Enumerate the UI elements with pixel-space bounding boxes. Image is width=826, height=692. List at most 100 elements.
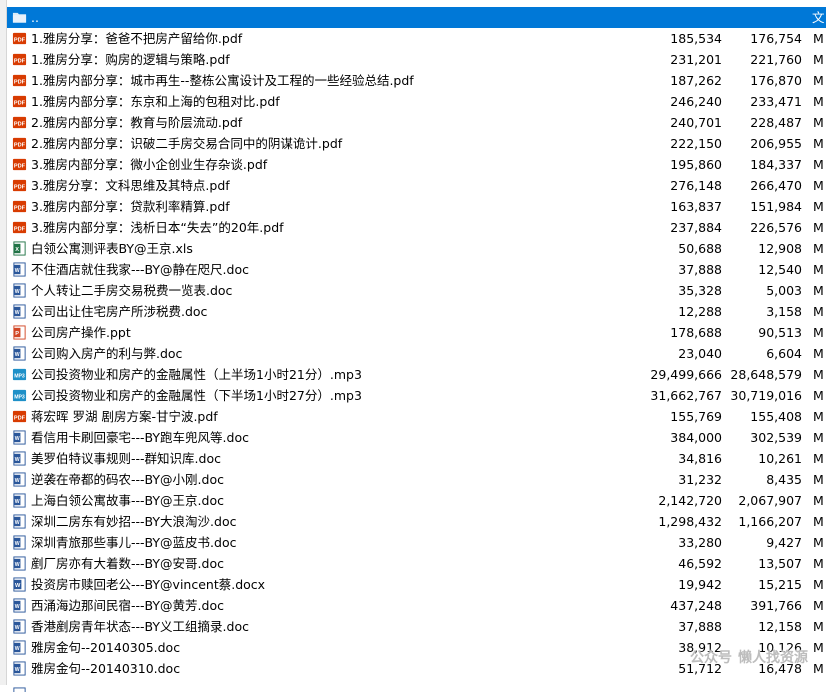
file-row[interactable]: PDF 3.雅房分享：文科思维及其特点.pdf 276,148 266,470 M (7, 175, 826, 196)
file-kind: M (813, 493, 824, 508)
file-row[interactable]: PDF 3.雅房内部分享：微小企创业生存杂谈.pdf 195,860 184,337 M (7, 154, 826, 175)
file-packed-size: 12,288 (678, 304, 722, 319)
word-doc-icon: W (13, 598, 26, 613)
file-size: 8,435 (766, 472, 802, 487)
file-row[interactable]: MP3 公司投资物业和房产的金融属性（上半场1小时21分）.mp3 29,499,6… (7, 364, 826, 385)
file-row[interactable]: X 白领公寓测评表BY@王京.xls 50,688 12,908 M (7, 238, 826, 259)
file-size: 151,984 (750, 199, 802, 214)
file-size: 233,471 (750, 94, 802, 109)
file-size: 206,955 (750, 136, 802, 151)
file-row[interactable]: PDF 3.雅房内部分享：浅析日本“失去”的20年.pdf 237,884 226,5… (7, 217, 826, 238)
file-row[interactable]: W 美罗伯特议事规则---群知识库.doc 34,816 10,261 M (7, 448, 826, 469)
file-size: 3,158 (766, 304, 802, 319)
file-row[interactable]: PDF 1.雅房分享：爸爸不把房产留给你.pdf 185,534 176,754 M (7, 28, 826, 49)
pdf-icon: PDF (12, 53, 27, 66)
file-packed-size: 31,232 (678, 472, 722, 487)
file-kind: M (813, 346, 824, 361)
file-row[interactable]: W 公司购入房产的利与弊.doc 23,040 6,604 M (7, 343, 826, 364)
svg-text:W: W (15, 646, 20, 652)
svg-text:W: W (15, 583, 21, 589)
file-packed-size: 23,040 (678, 346, 722, 361)
file-kind: M (813, 73, 824, 88)
svg-text:MP3: MP3 (14, 394, 25, 400)
parent-folder-row[interactable]: .. 文 (7, 7, 826, 28)
file-list[interactable]: .. 文 PDF 1.雅房分享：爸爸不把房产留给你.pdf 185,534 176,7… (7, 7, 826, 692)
word-doc-icon: W (13, 472, 26, 487)
file-size: 15,215 (758, 577, 802, 592)
excel-icon: X (13, 241, 26, 256)
svg-text:PDF: PDF (14, 100, 26, 106)
file-row[interactable]: PDF 3.雅房内部分享：贷款利率精算.pdf 163,837 151,984 M (7, 196, 826, 217)
file-kind: M (813, 367, 824, 382)
svg-text:W: W (15, 478, 20, 484)
word-doc-icon: W (13, 346, 26, 361)
file-packed-size: 185,534 (670, 31, 722, 46)
file-packed-size: 437,248 (670, 598, 722, 613)
word-doc-icon: W (13, 430, 26, 445)
file-kind: M (813, 640, 824, 655)
word-doc-icon: W (13, 304, 26, 319)
file-name: 深圳二房东有妙招---BY大浪淘沙.doc (31, 514, 237, 529)
file-packed-size: 37,888 (678, 262, 722, 277)
file-name: 深圳青旅那些事儿---BY@蓝皮书.doc (31, 535, 237, 550)
word-doc-icon: W (13, 514, 26, 529)
file-packed-size: 1,298,432 (658, 514, 722, 529)
file-kind: M (813, 325, 824, 340)
file-kind: M (813, 199, 824, 214)
pdf-icon: PDF (12, 116, 27, 129)
file-size: 12,908 (758, 241, 802, 256)
file-name: 雅房金句--20140305.doc (31, 640, 181, 655)
file-name: 3.雅房内部分享：微小企创业生存杂谈.pdf (31, 157, 268, 172)
svg-text:PDF: PDF (14, 58, 26, 64)
file-row[interactable]: PDF 2.雅房内部分享：教育与阶层流动.pdf 240,701 228,487 M (7, 112, 826, 133)
file-kind: M (813, 94, 824, 109)
file-row[interactable]: PDF 1.雅房内部分享：城市再生--整栋公寓设计及工程的一些经验总结.pdf 18… (7, 70, 826, 91)
file-name: 逆袭在帝都的码农---BY@小刚.doc (31, 472, 224, 487)
svg-text:W: W (15, 625, 20, 631)
word-doc-icon: W (13, 262, 26, 277)
file-row[interactable]: W 西涌海边那间民宿---BY@黄芳.doc 437,248 391,766 M (7, 595, 826, 616)
file-row[interactable]: W 个人转让二手房交易税费一览表.doc 35,328 5,003 M (7, 280, 826, 301)
svg-text:PDF: PDF (14, 205, 26, 211)
watermark: 公众号 懒人找资源 (684, 647, 808, 667)
file-row[interactable]: W 公司出让住宅房产所涉税费.doc 12,288 3,158 M (7, 301, 826, 322)
file-name: 1.雅房分享：爸爸不把房产留给你.pdf (31, 31, 243, 46)
file-name: 1.雅房分享：购房的逻辑与策略.pdf (31, 52, 230, 67)
file-row[interactable]: PDF 2.雅房内部分享：识破二手房交易合同中的阴谋诡计.pdf 222,150 20… (7, 133, 826, 154)
file-row[interactable]: W 剷厂房亦有大着数---BY@安哥.doc 46,592 13,507 M (7, 553, 826, 574)
file-size: 90,513 (758, 325, 802, 340)
pdf-icon: PDF (12, 137, 27, 150)
svg-text:PDF: PDF (14, 184, 26, 190)
file-size: 2,067,907 (738, 493, 802, 508)
file-size: 1,166,207 (738, 514, 802, 529)
file-row[interactable]: PDF 蒋宏晖 罗湖 剧房方案-甘宁波.pdf 155,769 155,408 M (7, 406, 826, 427)
file-row[interactable]: W 投资房市赎回老公---BY@vincent蔡.docx 19,942 15,215… (7, 574, 826, 595)
file-kind: M (813, 178, 824, 193)
file-row[interactable]: W 逆袭在帝都的码农---BY@小刚.doc 31,232 8,435 M (7, 469, 826, 490)
file-row[interactable]: P 公司房产操作.ppt 178,688 90,513 M (7, 322, 826, 343)
file-row[interactable]: W 深圳青旅那些事儿---BY@蓝皮书.doc 33,280 9,427 M (7, 532, 826, 553)
file-row[interactable]: W 不住酒店就住我家---BY@静在咫尺.doc 37,888 12,540 M (7, 259, 826, 280)
file-size: 12,540 (758, 262, 802, 277)
svg-text:W: W (15, 499, 20, 505)
file-packed-size: 2,142,720 (658, 493, 722, 508)
audio-icon: MP3 (12, 368, 27, 381)
file-row[interactable]: W 看信用卡刷回豪宅---BY跑车兜风等.doc 384,000 302,539 M (7, 427, 826, 448)
file-packed-size: 33,280 (678, 535, 722, 550)
file-name: 2.雅房内部分享：识破二手房交易合同中的阴谋诡计.pdf (31, 136, 343, 151)
file-row[interactable]: W 深圳二房东有妙招---BY大浪淘沙.doc 1,298,432 1,166,207… (7, 511, 826, 532)
file-row[interactable]: PDF 1.雅房内部分享：东京和上海的包租对比.pdf 246,240 233,471… (7, 91, 826, 112)
svg-text:W: W (15, 436, 20, 442)
file-row[interactable]: W 香港剷房青年状态---BY义工组摘录.doc 37,888 12,158 M (7, 616, 826, 637)
file-name: 公司购入房产的利与弊.doc (31, 346, 183, 361)
file-packed-size: 195,860 (670, 157, 722, 172)
file-name: 雅房金句--20140310.doc (31, 661, 181, 676)
svg-text:X: X (15, 247, 19, 253)
file-row[interactable]: MP3 公司投资物业和房产的金融属性（下半场1小时27分）.mp3 31,662,7… (7, 385, 826, 406)
file-name: 白领公寓测评表BY@王京.xls (31, 241, 193, 256)
folder-icon (12, 12, 27, 23)
file-row[interactable]: PDF 1.雅房分享：购房的逻辑与策略.pdf 231,201 221,760 M (7, 49, 826, 70)
file-packed-size: 29,499,666 (650, 367, 722, 382)
word-doc-icon: W (13, 451, 26, 466)
file-row[interactable]: W 上海白领公寓故事---BY@王京.doc 2,142,720 2,067,907 M (7, 490, 826, 511)
